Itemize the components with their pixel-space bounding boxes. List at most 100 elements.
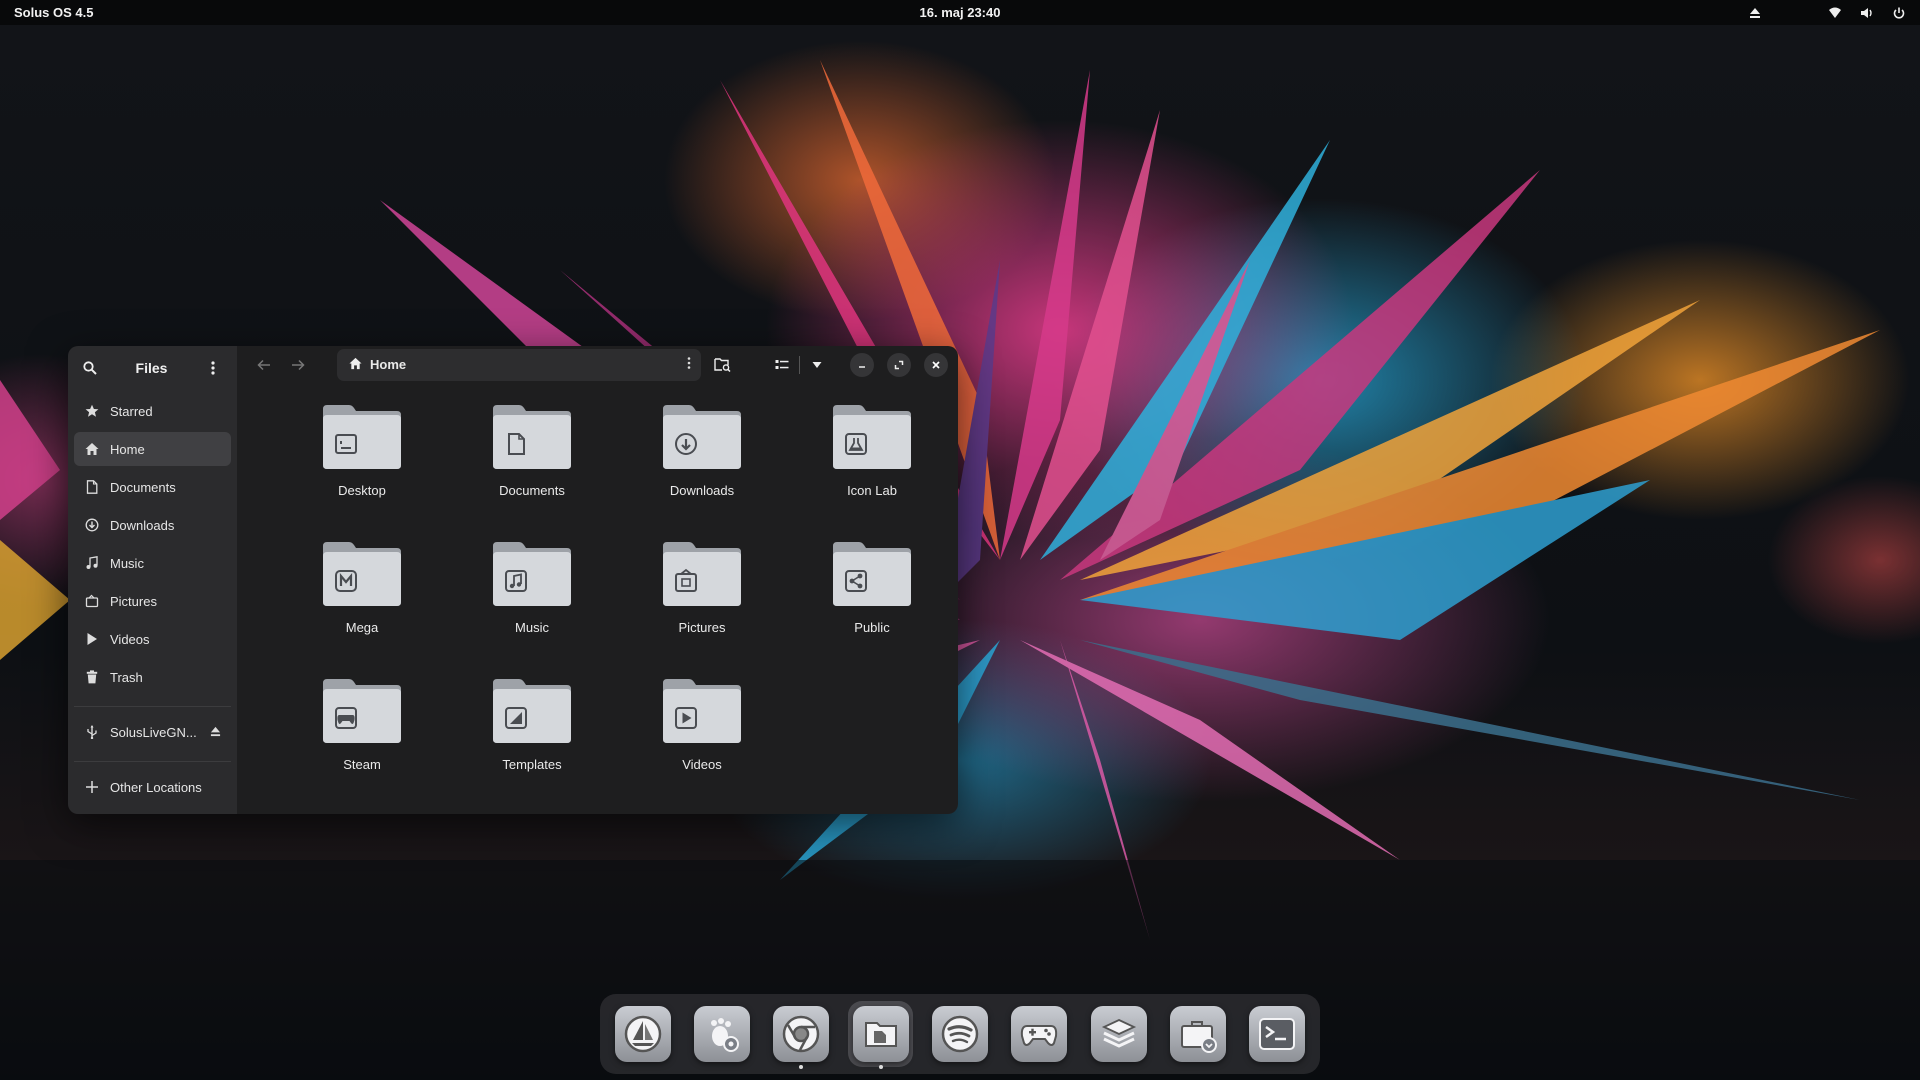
plus-icon [84,779,100,795]
back-button[interactable] [251,352,277,378]
gnome-settings-icon [694,1006,750,1062]
divider [74,761,231,762]
folder-item[interactable]: Downloads [617,403,787,540]
sidebar-item-label: Pictures [110,593,157,609]
sidebar-item-device[interactable]: SolusLiveGN... [74,715,231,749]
star-icon [84,403,100,419]
dock-item-stack-app[interactable] [1086,1001,1151,1067]
chevron-down-icon[interactable] [804,352,830,378]
folder-icon [663,542,741,606]
places-list: Starred Home Documents Downloads Music P… [68,390,237,702]
sidebar-item-videos[interactable]: Videos [74,622,231,656]
sidebar-item-label: Other Locations [110,779,202,795]
volume-icon[interactable] [1860,6,1874,20]
spotify-icon [931,1006,988,1062]
chrome-icon [773,1006,830,1062]
folder-icon [493,542,571,606]
dock-item-spotify[interactable] [927,1001,992,1067]
folder-menu-icon[interactable] [687,357,691,372]
dock [600,994,1320,1074]
folder-item[interactable]: Public [787,540,957,677]
system-tray [1748,6,1906,20]
close-button[interactable] [924,352,948,377]
folder-item[interactable]: Icon Lab [787,403,957,540]
view-controls [769,352,830,378]
folder-item[interactable]: Music [447,540,617,677]
minimize-button[interactable] [850,352,874,377]
files-window: Files Starred Home Documents Downloads M… [68,346,958,814]
dock-item-software-center[interactable] [1165,1001,1230,1067]
trash-icon [84,669,100,685]
folder-label-videos: Videos [682,757,722,772]
sidebar-item-label: SolusLiveGN... [110,724,197,740]
folder-icon [833,405,911,469]
sidebar-item-label: Trash [110,669,143,685]
folder-item[interactable]: Steam [277,677,447,814]
folder-item[interactable]: Desktop [277,403,447,540]
sidebar-item-home[interactable]: Home [74,432,231,466]
briefcase-icon [1169,1006,1226,1062]
maximize-button[interactable] [887,352,911,377]
list-view-icon[interactable] [769,352,795,378]
folder-label-templates: Templates [502,757,562,772]
folder-label-desktop: Desktop [338,483,386,498]
sidebar: Files Starred Home Documents Downloads M… [68,346,237,814]
dock-item-chrome[interactable] [769,1001,834,1069]
folder-grid: Desktop Documents Downloads Icon Lab Mega Mus… [237,383,958,814]
sidebar-item-downloads[interactable]: Downloads [74,508,231,542]
header-bar: Home [237,346,958,383]
sidebar-item-trash[interactable]: Trash [74,660,231,694]
folder-item[interactable]: Pictures [617,540,787,677]
dock-item-terminal[interactable] [1245,1001,1310,1067]
path-current[interactable]: Home [370,357,406,372]
folder-icon [493,679,571,743]
search-icon[interactable] [80,358,100,378]
play-icon [84,631,100,647]
layers-icon [1090,1006,1147,1062]
folder-item[interactable]: Documents [447,403,617,540]
sidebar-item-pictures[interactable]: Pictures [74,584,231,618]
folder-item[interactable]: Templates [447,677,617,814]
usb-icon [84,724,100,740]
folder-label-mega: Mega [345,620,379,635]
search-folder-button[interactable] [709,352,735,378]
os-menu-button[interactable]: Solus OS 4.5 [14,5,93,20]
dock-item-budgie-settings[interactable] [610,1001,675,1067]
folder-label-pictures: Pictures [678,620,726,635]
wifi-icon[interactable] [1828,6,1842,20]
top-panel: Solus OS 4.5 16. maj 23:40 [0,0,1920,25]
sidebar-item-label: Videos [110,631,150,647]
folder-icon [323,405,401,469]
folder-item[interactable]: Videos [617,677,787,814]
eject-icon[interactable] [210,725,221,740]
dock-item-steam-games[interactable] [1007,1001,1072,1067]
eject-icon[interactable] [1748,6,1762,20]
sidebar-item-documents[interactable]: Documents [74,470,231,504]
folder-label-steam: Steam [343,757,381,772]
dock-item-gnome-settings[interactable] [689,1001,754,1067]
pictures-icon [84,593,100,609]
main-menu-icon[interactable] [203,358,223,378]
home-icon [84,441,100,457]
sidebar-item-label: Starred [110,403,153,419]
other-list: Other Locations [68,766,237,812]
clock[interactable]: 16. maj 23:40 [920,5,1001,20]
path-bar[interactable]: Home [337,348,701,381]
sailboat-icon [614,1006,671,1062]
folder-label-music: Music [515,620,549,635]
devices-list: SolusLiveGN... [68,711,237,757]
sidebar-item-other-locations[interactable]: Other Locations [74,770,231,804]
sidebar-item-starred[interactable]: Starred [74,394,231,428]
forward-button[interactable] [285,352,311,378]
folder-icon [323,542,401,606]
sidebar-item-music[interactable]: Music [74,546,231,580]
dock-item-files[interactable] [848,1001,914,1069]
folder-label-public: Public [854,620,890,635]
folder-label-documents: Documents [499,483,565,498]
power-icon[interactable] [1892,6,1906,20]
folder-icon [833,542,911,606]
folder-item[interactable]: Mega [277,540,447,677]
folder-label-icon-lab: Icon Lab [847,483,897,498]
running-indicator [799,1065,804,1069]
folder-icon [493,405,571,469]
